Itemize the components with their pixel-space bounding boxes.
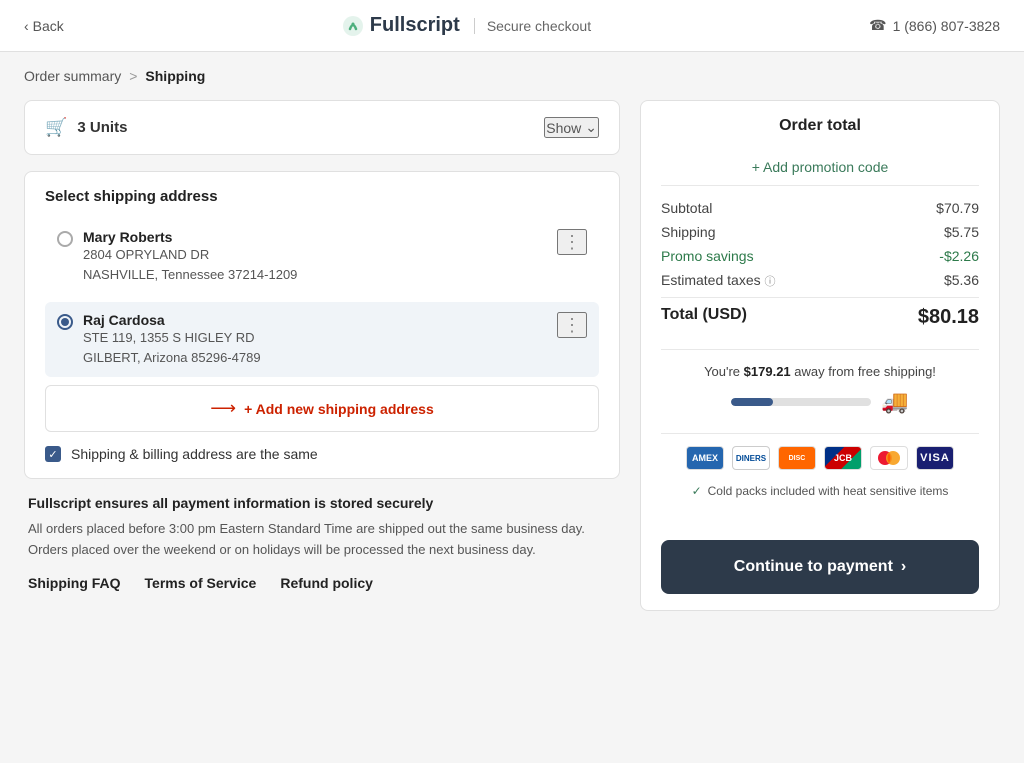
free-shipping-section: You're $179.21 away from free shipping! … [661, 349, 979, 433]
jcb-icon: JCB [824, 446, 862, 470]
header-center: Fullscript Secure checkout [342, 14, 591, 37]
check-icon: ✓ [48, 448, 57, 461]
promo-savings-label: Promo savings [661, 248, 754, 264]
total-label: Total (USD) [661, 306, 747, 329]
right-card-bottom: Continue to payment › [640, 524, 1000, 611]
shipping-row: Shipping $5.75 [661, 224, 979, 240]
shipping-faq-link[interactable]: Shipping FAQ [28, 575, 121, 591]
discover-icon: DISC [778, 446, 816, 470]
address-options-1[interactable]: ⋮ [557, 229, 587, 255]
payment-icons: AMEX DINERS DISC JCB VISA [661, 433, 979, 478]
security-section: Fullscript ensures all payment informati… [24, 495, 620, 591]
radio-button-1[interactable] [57, 231, 73, 247]
truck-icon: 🚚 [881, 389, 908, 415]
free-shipping-text: You're $179.21 away from free shipping! [661, 364, 979, 379]
taxes-label: Estimated taxes [661, 272, 761, 288]
shipping-value: $5.75 [944, 224, 979, 240]
subtotal-value: $70.79 [936, 200, 979, 216]
same-address-row[interactable]: ✓ Shipping & billing address are the sam… [45, 446, 599, 462]
amex-icon: AMEX [686, 446, 724, 470]
continue-label: Continue to payment [734, 558, 893, 576]
cold-packs-row: ✓ Cold packs included with heat sensitiv… [661, 478, 979, 508]
show-label: Show [546, 120, 581, 136]
phone-number: 1 (866) 807-3828 [893, 18, 1000, 34]
footer-links: Shipping FAQ Terms of Service Refund pol… [28, 575, 616, 591]
total-value: $80.18 [918, 306, 979, 329]
promo-savings-value: -$2.26 [939, 248, 979, 264]
chevron-right-icon: › [901, 558, 906, 576]
total-row: Total (USD) $80.18 [661, 297, 979, 329]
order-total-card: Order total + Add promotion code Subtota… [640, 100, 1000, 524]
phone-section: ☎ 1 (866) 807-3828 [869, 17, 1000, 34]
address-name-2: Raj Cardosa [83, 312, 261, 328]
chevron-down-icon: ⌄ [585, 119, 597, 136]
taxes-row: Estimated taxes ⓘ $5.36 [661, 272, 979, 289]
refund-link[interactable]: Refund policy [280, 575, 373, 591]
mastercard-icon [870, 446, 908, 470]
shipping-label: Shipping [661, 224, 716, 240]
back-label: Back [33, 18, 64, 34]
diners-icon: DINERS [732, 446, 770, 470]
chevron-left-icon: ‹ [24, 18, 29, 34]
address-line2-1: NASHVILLE, Tennessee 37214-1209 [83, 265, 297, 285]
free-shipping-prefix: You're [704, 364, 740, 379]
order-total-title: Order total [661, 117, 979, 135]
terms-link[interactable]: Terms of Service [145, 575, 257, 591]
breadcrumb: Order summary > Shipping [0, 52, 1024, 100]
add-address-button[interactable]: ⟶ + Add new shipping address [45, 385, 599, 432]
cold-packs-label: Cold packs included with heat sensitive … [708, 484, 949, 498]
address-card: Select shipping address Mary Roberts 280… [24, 171, 620, 479]
breadcrumb-separator: > [129, 68, 137, 84]
totals-section: Subtotal $70.79 Shipping $5.75 Promo sav… [661, 200, 979, 349]
subtotal-label: Subtotal [661, 200, 712, 216]
taxes-label-group: Estimated taxes ⓘ [661, 272, 776, 289]
subtotal-row: Subtotal $70.79 [661, 200, 979, 216]
same-address-label: Shipping & billing address are the same [71, 446, 318, 462]
breadcrumb-step2: Shipping [145, 68, 205, 84]
top-bar: ‹ Back Fullscript Secure checkout ☎ 1 (8… [0, 0, 1024, 52]
address-line2-2: GILBERT, Arizona 85296-4789 [83, 348, 261, 368]
units-count: 3 Units [77, 119, 127, 136]
security-title: Fullscript ensures all payment informati… [28, 495, 616, 511]
add-promo-button[interactable]: + Add promotion code [661, 149, 979, 186]
progress-track [731, 398, 871, 406]
address-item-1[interactable]: Mary Roberts 2804 OPRYLAND DR NASHVILLE,… [45, 219, 599, 294]
right-panel: Order total + Add promotion code Subtota… [640, 100, 1000, 611]
address-options-2[interactable]: ⋮ [557, 312, 587, 338]
address-name-1: Mary Roberts [83, 229, 297, 245]
address-line1-1: 2804 OPRYLAND DR [83, 245, 297, 265]
show-button[interactable]: Show ⌄ [544, 117, 599, 138]
address-item-2[interactable]: Raj Cardosa STE 119, 1355 S HIGLEY RD GI… [45, 302, 599, 377]
free-shipping-amount: $179.21 [744, 364, 791, 379]
security-description: All orders placed before 3:00 pm Eastern… [28, 519, 616, 561]
add-address-label: + Add new shipping address [244, 401, 434, 417]
back-link[interactable]: ‹ Back [24, 18, 64, 34]
logo-icon [342, 15, 364, 37]
taxes-value: $5.36 [944, 272, 979, 289]
same-address-checkbox[interactable]: ✓ [45, 446, 61, 462]
address-line1-2: STE 119, 1355 S HIGLEY RD [83, 328, 261, 348]
secure-label: Secure checkout [474, 18, 591, 34]
progress-bar-container: 🚚 [661, 389, 979, 415]
arrow-right-icon: ⟶ [210, 398, 236, 419]
logo-text: Fullscript [370, 14, 460, 37]
cold-packs-check-icon: ✓ [692, 484, 702, 498]
free-shipping-suffix: away from free shipping! [794, 364, 936, 379]
breadcrumb-step1[interactable]: Order summary [24, 68, 121, 84]
radio-button-2[interactable] [57, 314, 73, 330]
progress-fill [731, 398, 773, 406]
cart-icon: 🛒 [45, 117, 67, 138]
main-layout: 🛒 3 Units Show ⌄ Select shipping address… [0, 100, 1024, 635]
info-icon: ⓘ [765, 276, 776, 288]
continue-to-payment-button[interactable]: Continue to payment › [661, 540, 979, 594]
visa-icon: VISA [916, 446, 954, 470]
promo-savings-row: Promo savings -$2.26 [661, 248, 979, 264]
logo: Fullscript [342, 14, 460, 37]
address-card-title: Select shipping address [45, 188, 599, 205]
units-card: 🛒 3 Units Show ⌄ [24, 100, 620, 155]
left-panel: 🛒 3 Units Show ⌄ Select shipping address… [24, 100, 620, 611]
phone-icon: ☎ [869, 17, 886, 34]
